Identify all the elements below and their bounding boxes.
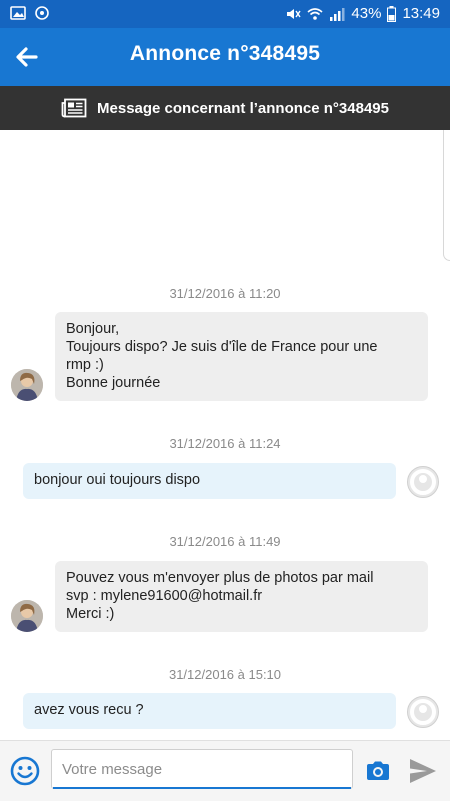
- message-timestamp: 31/12/2016 à 11:49: [169, 534, 281, 549]
- default-avatar-icon: [410, 469, 436, 495]
- message-bubble-outgoing[interactable]: avez vous recu ?: [23, 693, 396, 729]
- smiley-icon[interactable]: [10, 756, 40, 786]
- message-line: Bonne journée: [66, 375, 161, 391]
- listing-banner-text: Message concernant l’annonce n°348495: [97, 99, 389, 117]
- message-line: rmp :): [66, 357, 104, 373]
- battery-percent: 43%: [351, 5, 382, 22]
- camera-icon[interactable]: [365, 760, 391, 782]
- message-line: Toujours dispo? Je suis d'île de France …: [66, 339, 378, 355]
- message-line: Pouvez vous m'envoyer plus de photos par…: [66, 570, 374, 586]
- message-line: Merci :): [66, 606, 115, 622]
- message-input[interactable]: [51, 749, 353, 789]
- user-photo-icon: [11, 369, 43, 401]
- sync-notification-icon: [35, 6, 49, 20]
- message-line: svp : mylene91600@hotmail.fr: [66, 588, 263, 604]
- message-bubble-incoming[interactable]: Pouvez vous m'envoyer plus de photos par…: [55, 561, 428, 632]
- user-photo-icon: [11, 600, 43, 632]
- input-focus-underline: [53, 787, 351, 789]
- message-composer: [0, 740, 450, 801]
- send-icon[interactable]: [408, 757, 438, 785]
- newspaper-icon: [61, 98, 87, 118]
- mute-icon: [287, 8, 302, 19]
- gallery-notification-icon: [10, 6, 26, 20]
- message-line: avez vous recu ?: [34, 702, 144, 718]
- avatar[interactable]: [407, 466, 439, 498]
- message-timestamp: 31/12/2016 à 11:24: [169, 436, 281, 451]
- status-bar: 43% 13:49: [0, 0, 450, 28]
- default-avatar-icon: [410, 699, 436, 725]
- signal-icon: [330, 7, 345, 21]
- message-line: bonjour oui toujours dispo: [34, 472, 201, 488]
- wifi-icon: [307, 7, 323, 20]
- avatar[interactable]: [11, 369, 43, 401]
- avatar[interactable]: [407, 696, 439, 728]
- battery-icon: [387, 5, 397, 22]
- message-bubble-outgoing[interactable]: bonjour oui toujours dispo: [23, 463, 396, 499]
- app-bar: Annonce n°348495: [0, 28, 450, 86]
- listing-banner[interactable]: Message concernant l’annonce n°348495: [0, 86, 450, 130]
- clock: 13:49: [402, 5, 440, 22]
- scroll-indicator: [443, 130, 450, 261]
- message-bubble-incoming[interactable]: Bonjour, Toujours dispo? Je suis d'île d…: [55, 312, 428, 401]
- conversation[interactable]: 31/12/2016 à 11:20 Bonjour, Toujours dis…: [0, 130, 450, 740]
- avatar[interactable]: [11, 600, 43, 632]
- message-line: Bonjour,: [66, 321, 120, 337]
- message-timestamp: 31/12/2016 à 15:10: [168, 667, 282, 682]
- page-title: Annonce n°348495: [129, 42, 321, 65]
- message-timestamp: 31/12/2016 à 11:20: [169, 286, 281, 301]
